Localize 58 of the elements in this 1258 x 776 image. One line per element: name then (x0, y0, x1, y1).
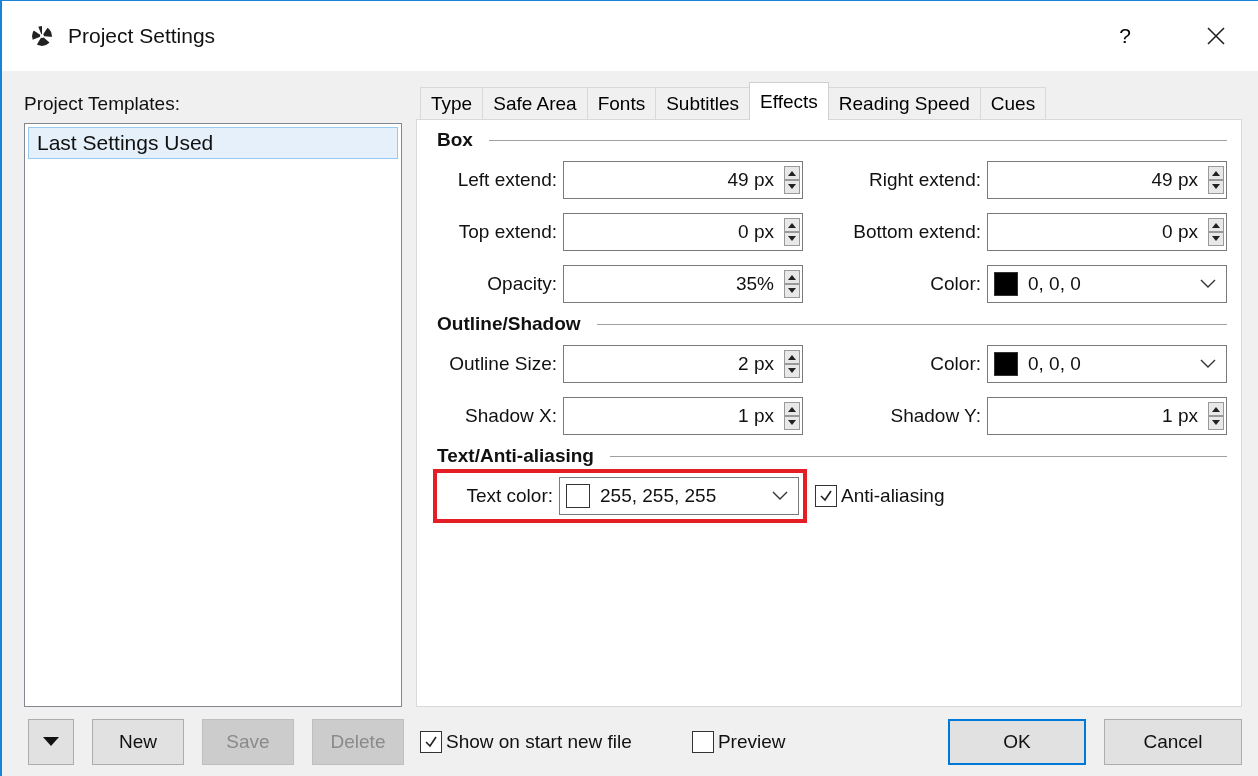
checkbox-label: Show on start new file (446, 731, 632, 753)
spin-arrows-icon[interactable] (784, 350, 800, 378)
dialog-button[interactable]: OK (948, 719, 1086, 765)
checkbox[interactable] (420, 731, 442, 753)
section-title: Outline/Shadow (437, 313, 581, 335)
tab[interactable]: Cues (979, 87, 1047, 119)
color-dropdown[interactable]: 255, 255, 255 (559, 477, 799, 515)
caret-icon[interactable] (772, 491, 788, 501)
spin-arrows-icon[interactable] (784, 402, 800, 430)
spin-field[interactable]: 49 px (987, 161, 1227, 199)
color-dropdown[interactable]: 0, 0, 0 (987, 265, 1227, 303)
dialog-button[interactable]: Cancel (1104, 719, 1242, 765)
spin-arrows-icon[interactable] (784, 218, 800, 246)
spin-field[interactable]: 2 px (563, 345, 803, 383)
field-label: Bottom extend: (852, 221, 981, 243)
help-button[interactable]: ? (1110, 24, 1140, 48)
checkbox[interactable] (815, 485, 837, 507)
field-label: Shadow Y: (889, 405, 981, 427)
templates-label: Project Templates: (24, 92, 181, 116)
checkbox-label: Preview (717, 731, 786, 753)
spin-arrows-icon[interactable] (1208, 402, 1224, 430)
tab[interactable]: Type (420, 87, 484, 119)
spin-arrows-icon[interactable] (784, 270, 800, 298)
checkbox[interactable] (691, 731, 714, 753)
window-title: Project Settings (68, 24, 216, 48)
field-label: Text color: (465, 485, 553, 507)
spin-arrows-icon[interactable] (784, 166, 800, 194)
tab[interactable]: Effects (749, 82, 829, 120)
spin-field[interactable]: 35% (563, 265, 803, 303)
checkmark-icon (818, 488, 834, 504)
spin-field[interactable]: 0 px (563, 213, 803, 251)
footer-button[interactable]: New (92, 719, 184, 765)
field-label: Outline Size: (448, 353, 557, 375)
caret-icon[interactable] (1200, 279, 1216, 289)
checkmark-icon (423, 734, 439, 750)
checkbox-label: Anti-aliasing (841, 485, 945, 507)
spin-field[interactable]: 1 px (987, 397, 1227, 435)
field-label: Color: (929, 353, 981, 375)
app-icon (30, 24, 54, 48)
field-label: Top extend: (457, 221, 557, 243)
spin-field[interactable]: 49 px (563, 161, 803, 199)
caret-icon[interactable] (1200, 359, 1216, 369)
field-label: Opacity: (486, 273, 557, 295)
caret-icon[interactable] (43, 737, 59, 747)
field-label: Shadow X: (464, 405, 557, 427)
template-item[interactable]: Last Settings Used (28, 127, 398, 159)
section-title: Box (437, 129, 473, 151)
close-icon[interactable] (1206, 26, 1226, 46)
menu-button[interactable] (28, 719, 74, 765)
field-label: Left extend: (456, 169, 557, 191)
spin-field[interactable]: 1 px (563, 397, 803, 435)
color-dropdown[interactable]: 0, 0, 0 (987, 345, 1227, 383)
spin-arrows-icon[interactable] (1208, 218, 1224, 246)
spin-arrows-icon[interactable] (1208, 166, 1224, 194)
spin-field[interactable]: 0 px (987, 213, 1227, 251)
field-label: Right extend: (868, 169, 981, 191)
section-title: Text/Anti-aliasing (437, 445, 594, 467)
field-label: Color: (929, 273, 981, 295)
